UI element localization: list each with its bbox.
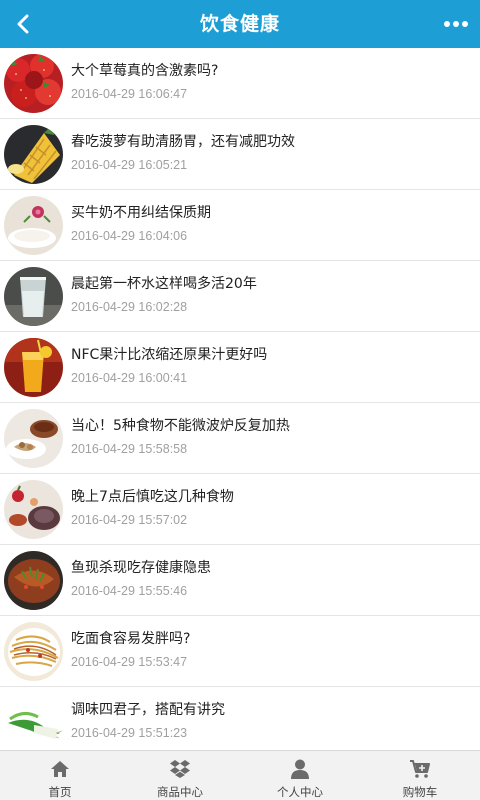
tab-products[interactable]: 商品中心	[120, 751, 240, 800]
article-list: 大个草莓真的含激素吗? 2016-04-29 16:06:47 春吃菠萝有助清肠…	[0, 48, 480, 750]
list-item[interactable]: 大个草莓真的含激素吗? 2016-04-29 16:06:47	[0, 48, 480, 119]
article-title: NFC果汁比浓缩还原果汁更好吗	[71, 347, 268, 363]
page-title: 饮食健康	[199, 13, 280, 35]
tab-label: 个人中心	[277, 785, 323, 799]
article-title: 春吃菠萝有助清肠胃，还有减肥功效	[71, 134, 295, 150]
article-title: 鱼现杀现吃存健康隐患	[71, 560, 211, 576]
article-thumbnail	[4, 196, 63, 255]
tab-home[interactable]: 首页	[0, 751, 120, 800]
article-thumbnail	[4, 622, 63, 681]
article-date: 2016-04-29 16:00:41	[71, 371, 188, 385]
tab-cart[interactable]: 购物车	[360, 751, 480, 800]
article-date: 2016-04-29 15:53:47	[71, 655, 188, 669]
article-date: 2016-04-29 16:06:47	[71, 87, 188, 101]
tab-profile[interactable]: 个人中心	[240, 751, 360, 800]
more-button[interactable]	[440, 9, 472, 39]
article-date: 2016-04-29 15:51:23	[71, 726, 188, 740]
article-date: 2016-04-29 15:57:02	[71, 513, 188, 527]
article-date: 2016-04-29 16:05:21	[71, 158, 188, 172]
article-title: 调味四君子，搭配有讲究	[71, 702, 225, 718]
article-title: 吃面食容易发胖吗?	[71, 631, 191, 647]
list-item[interactable]: 春吃菠萝有助清肠胃，还有减肥功效 2016-04-29 16:05:21	[0, 119, 480, 190]
article-date: 2016-04-29 16:04:06	[71, 229, 188, 243]
tab-label: 商品中心	[157, 785, 203, 799]
article-date: 2016-04-29 16:02:28	[71, 300, 188, 314]
top-bar: 饮食健康	[0, 0, 480, 48]
list-item[interactable]: NFC果汁比浓缩还原果汁更好吗 2016-04-29 16:00:41	[0, 332, 480, 403]
article-title: 当心！5种食物不能微波炉反复加热	[71, 418, 290, 434]
list-item[interactable]: 晚上7点后慎吃这几种食物 2016-04-29 15:57:02	[0, 474, 480, 545]
list-item[interactable]: 买牛奶不用纠结保质期 2016-04-29 16:04:06	[0, 190, 480, 261]
cart-icon	[409, 758, 431, 780]
bottom-tab-bar: 首页 商品中心 个人中心 购物车	[0, 750, 480, 800]
list-item[interactable]: 调味四君子，搭配有讲究 2016-04-29 15:51:23	[0, 687, 480, 750]
article-title: 晨起第一杯水这样喝多活20年	[71, 276, 257, 292]
list-item[interactable]: 鱼现杀现吃存健康隐患 2016-04-29 15:55:46	[0, 545, 480, 616]
tab-label: 首页	[48, 785, 72, 799]
article-thumbnail	[4, 267, 63, 326]
article-thumbnail	[4, 551, 63, 610]
article-title: 大个草莓真的含激素吗?	[71, 63, 219, 79]
article-thumbnail	[4, 693, 63, 750]
article-thumbnail	[4, 125, 63, 184]
article-thumbnail	[4, 54, 63, 113]
article-thumbnail	[4, 480, 63, 539]
list-item[interactable]: 吃面食容易发胖吗? 2016-04-29 15:53:47	[0, 616, 480, 687]
article-title: 晚上7点后慎吃这几种食物	[71, 489, 234, 505]
more-dots-icon	[444, 21, 468, 27]
article-date: 2016-04-29 15:55:46	[71, 584, 188, 598]
tab-label: 购物车	[402, 785, 438, 799]
article-title: 买牛奶不用纠结保质期	[71, 205, 211, 221]
article-thumbnail	[4, 338, 63, 397]
article-date: 2016-04-29 15:58:58	[71, 442, 188, 456]
list-item[interactable]: 当心！5种食物不能微波炉反复加热 2016-04-29 15:58:58	[0, 403, 480, 474]
article-thumbnail	[4, 409, 63, 468]
user-icon	[289, 758, 311, 780]
dropbox-icon	[169, 758, 191, 780]
list-item[interactable]: 晨起第一杯水这样喝多活20年 2016-04-29 16:02:28	[0, 261, 480, 332]
home-icon	[49, 758, 71, 780]
